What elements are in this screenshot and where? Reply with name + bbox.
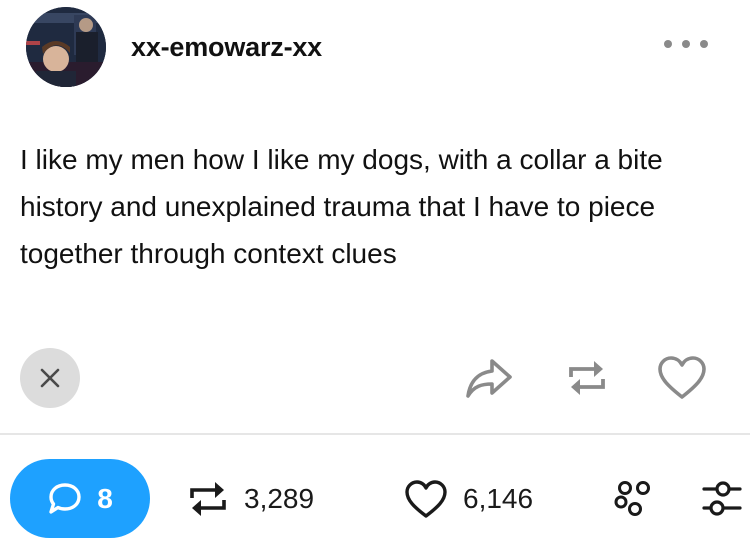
sliders-icon xyxy=(702,481,742,516)
close-icon xyxy=(40,368,60,388)
reblog-button[interactable] xyxy=(565,357,609,399)
post-card: xx-emowarz-xx I like my men how I like m… xyxy=(0,0,750,560)
heart-icon xyxy=(658,356,706,399)
likes-count: 6,146 xyxy=(463,483,534,514)
speech-bubble-icon xyxy=(49,482,81,514)
avatar[interactable] xyxy=(26,7,106,87)
post-username[interactable]: xx-emowarz-xx xyxy=(131,32,322,63)
reblog-icon xyxy=(190,482,226,516)
replies-count: 8 xyxy=(97,482,113,514)
share-arrow-icon xyxy=(466,359,512,398)
heart-icon xyxy=(405,480,447,518)
likes-stat[interactable]: 6,146 xyxy=(403,478,533,520)
post-text: I like my men how I like my dogs, with a… xyxy=(20,144,663,269)
reblog-icon xyxy=(569,361,605,395)
filter-button[interactable] xyxy=(612,479,656,519)
reblogs-count: 3,289 xyxy=(244,483,315,514)
dismiss-button[interactable] xyxy=(20,348,80,408)
share-button[interactable] xyxy=(464,355,514,401)
replies-button[interactable]: 8 xyxy=(10,459,150,538)
reblogs-stat[interactable]: 3,289 xyxy=(186,478,314,520)
ellipsis-icon xyxy=(664,40,672,48)
divider xyxy=(0,433,750,435)
like-button[interactable] xyxy=(656,355,708,401)
more-options-button[interactable] xyxy=(664,34,708,54)
avatar-image xyxy=(26,7,106,87)
filter-icon xyxy=(614,481,650,516)
settings-button[interactable] xyxy=(700,478,744,520)
